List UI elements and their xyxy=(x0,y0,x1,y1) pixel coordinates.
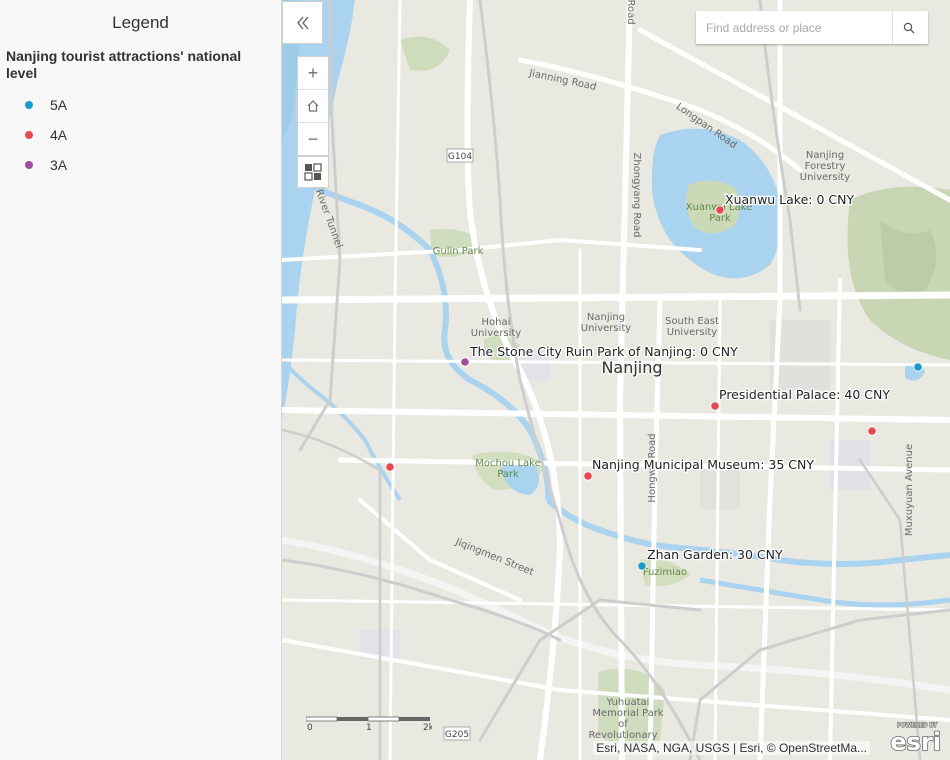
attraction-marker[interactable] xyxy=(710,401,720,411)
attraction-marker[interactable] xyxy=(385,462,395,472)
zoom-in-button[interactable]: + xyxy=(298,57,328,90)
attraction-point[interactable]: Zhan Garden: 30 CNY xyxy=(637,546,784,571)
attraction-label: Nanjing Municipal Museum: 35 CNY xyxy=(592,457,814,472)
collapse-panel-button[interactable] xyxy=(282,1,323,44)
legend-item-label: 5A xyxy=(50,97,68,113)
legend-panel: Legend Nanjing tourist attractions' nati… xyxy=(0,0,282,760)
attraction-marker[interactable] xyxy=(913,362,923,372)
map-view[interactable]: Xuanwu Lake Park Nanjing Forestry Universit… xyxy=(282,0,950,760)
attraction-marker[interactable] xyxy=(715,205,725,215)
minus-icon: − xyxy=(307,128,319,149)
attraction-marker[interactable] xyxy=(583,471,593,481)
esri-logo[interactable]: POWERED BY esri xyxy=(881,720,943,756)
attraction-marker[interactable] xyxy=(637,561,647,571)
plus-icon: + xyxy=(307,62,319,83)
home-icon xyxy=(307,100,319,112)
home-button[interactable] xyxy=(298,90,328,123)
zoom-out-button[interactable]: − xyxy=(298,123,328,155)
legend-item-3a: 3A xyxy=(0,150,281,180)
attractions-layer: Xuanwu Lake: 0 CNY The Stone City Ruin Pa… xyxy=(385,191,923,571)
legend-item-4a: 4A xyxy=(0,120,281,150)
scale-bar: 0 1 2km xyxy=(305,716,443,733)
attraction-marker[interactable] xyxy=(460,357,470,367)
attraction-label: The Stone City Ruin Park of Nanjing: 0 C… xyxy=(469,344,738,359)
attraction-label: Xuanwu Lake: 0 CNY xyxy=(725,192,854,207)
scale-tick-2km: 2km xyxy=(423,723,432,732)
legend-layer-title: Nanjing tourist attractions' national le… xyxy=(6,48,242,81)
double-chevron-left-icon xyxy=(296,16,309,29)
basemap-gallery-icon xyxy=(304,163,322,181)
zoom-controls: + − xyxy=(297,56,329,156)
attraction-point[interactable] xyxy=(385,462,395,472)
attraction-marker[interactable] xyxy=(867,426,877,436)
legend-list: 5A 4A 3A xyxy=(0,90,281,180)
scale-tick-0: 0 xyxy=(307,723,313,732)
legend-symbol-5a xyxy=(25,101,33,109)
legend-title: Legend xyxy=(112,13,169,32)
attraction-point[interactable]: Nanjing Municipal Museum: 35 CNY xyxy=(583,456,816,481)
attraction-point[interactable] xyxy=(913,362,923,372)
legend-symbol-3a xyxy=(25,161,33,169)
search-widget xyxy=(696,11,928,44)
basemap-toggle-button[interactable] xyxy=(297,156,329,188)
attraction-point[interactable]: Xuanwu Lake: 0 CNY xyxy=(715,191,856,215)
search-input[interactable] xyxy=(696,11,892,44)
attraction-point[interactable]: The Stone City Ruin Park of Nanjing: 0 C… xyxy=(460,343,739,367)
legend-item-label: 3A xyxy=(50,157,68,173)
attraction-label: Presidential Palace: 40 CNY xyxy=(719,387,890,402)
legend-item-5a: 5A xyxy=(0,90,281,120)
legend-symbol-4a xyxy=(25,131,33,139)
map-attribution[interactable]: Esri, NASA, NGA, USGS | Esri, © OpenStre… xyxy=(593,741,870,755)
attraction-point[interactable]: Presidential Palace: 40 CNY xyxy=(710,386,892,411)
search-icon xyxy=(903,22,915,33)
legend-item-label: 4A xyxy=(50,127,68,143)
scale-tick-1: 1 xyxy=(366,723,372,732)
attraction-label: Zhan Garden: 30 CNY xyxy=(647,547,783,562)
esri-brand: esri xyxy=(890,728,941,754)
attraction-point[interactable] xyxy=(867,426,877,436)
search-button[interactable] xyxy=(892,11,925,44)
